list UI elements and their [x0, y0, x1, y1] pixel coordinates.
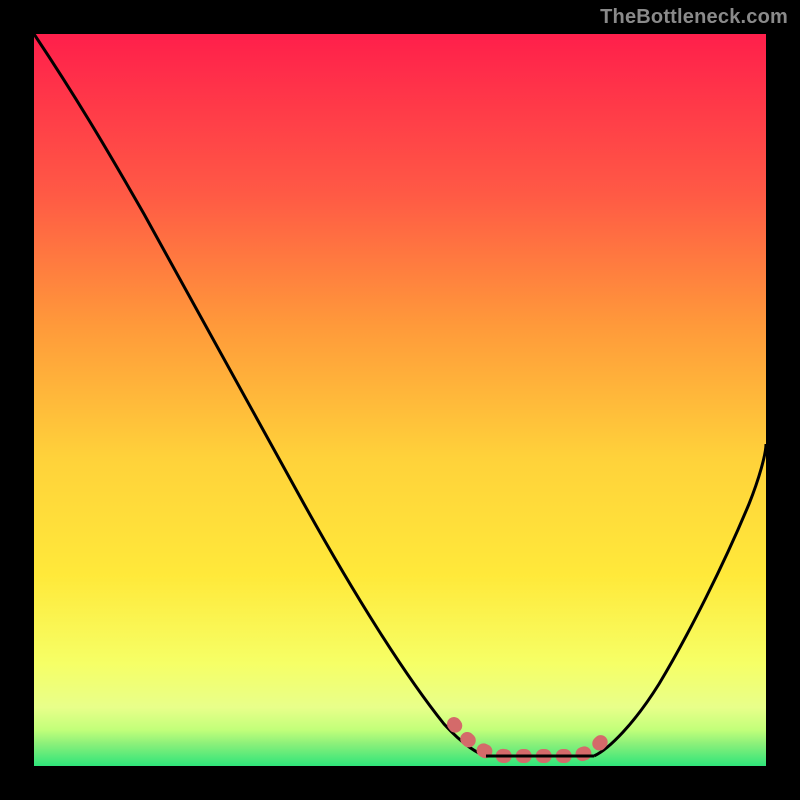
plot-area	[34, 34, 766, 766]
right-curve	[594, 444, 766, 756]
watermark-text: TheBottleneck.com	[600, 6, 788, 29]
chart-frame: TheBottleneck.com	[0, 0, 800, 800]
curves-layer	[34, 34, 766, 766]
left-curve	[34, 34, 486, 756]
highlight-band	[454, 724, 609, 756]
